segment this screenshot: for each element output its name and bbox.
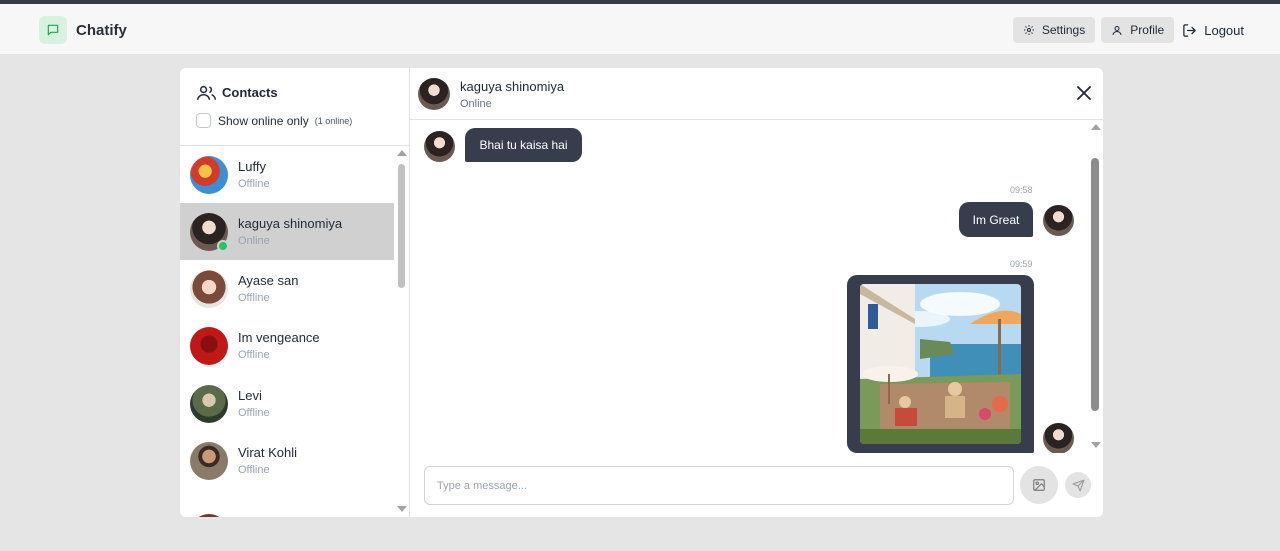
logout-icon (1183, 23, 1196, 37)
contact-item[interactable]: Levi Offline (180, 375, 394, 432)
chat-header: kaguya shinomiya Online (410, 68, 1103, 120)
settings-label: Settings (1041, 23, 1086, 37)
gear-icon (1023, 25, 1034, 35)
navbar: Chatify Settings Profile Logout (0, 4, 1280, 55)
profile-label: Profile (1130, 23, 1165, 37)
logout-label: Logout (1204, 22, 1244, 38)
avatar (418, 78, 450, 110)
contact-name: Ayase san (238, 273, 299, 288)
contact-item[interactable]: Im vengeance Offline (180, 317, 394, 374)
contact-name: Virat Kohli (238, 445, 298, 460)
avatar (424, 131, 455, 162)
message-list: Bhai tu kaisa hai 09:58 Im Great 09:59 (410, 120, 1103, 453)
scroll-down-arrow-icon[interactable] (1091, 442, 1101, 448)
scroll-down-arrow-icon[interactable] (397, 506, 407, 512)
profile-button[interactable]: Profile (1101, 17, 1175, 43)
contacts-title: Contacts (222, 85, 278, 100)
contact-status: Online (238, 235, 270, 247)
sent-message: Im Great (959, 202, 1033, 237)
send-icon (1072, 479, 1084, 491)
contact-name: kaguya shinomiya (238, 216, 343, 231)
message-time: 09:59 (1010, 259, 1033, 269)
contact-item[interactable]: Ayase san Offline (180, 260, 394, 317)
attach-image-button[interactable] (1020, 466, 1058, 504)
contact-item[interactable]: Virat Kohli Offline (180, 432, 394, 489)
chat-bubble-icon (39, 16, 67, 44)
avatar (1043, 423, 1074, 453)
avatar (1043, 205, 1074, 236)
chat-panel: kaguya shinomiya Online Bhai tu kaisa ha… (410, 68, 1103, 517)
scrollbar-thumb[interactable] (398, 164, 405, 288)
contacts-scrollbar[interactable] (394, 146, 409, 517)
avatar (190, 384, 228, 423)
user-icon (1112, 25, 1122, 35)
contact-list: Luffy Offline kaguya shinomiya Online Ay… (180, 146, 409, 517)
chat-container: Contacts Show online only (1 online) Luf… (180, 68, 1103, 517)
received-message: Bhai tu kaisa hai (465, 128, 582, 162)
close-icon (1077, 86, 1091, 100)
contact-status: Offline (238, 464, 270, 476)
online-only-checkbox[interactable] (196, 113, 211, 128)
avatar (190, 326, 228, 365)
online-filter[interactable]: Show online only (1 online) (196, 113, 352, 128)
close-chat-button[interactable] (1077, 86, 1091, 105)
message-time: 09:58 (1010, 185, 1033, 195)
avatar (190, 441, 228, 480)
contact-name: Levi (238, 388, 262, 403)
avatar (190, 269, 228, 308)
scroll-up-arrow-icon[interactable] (397, 150, 407, 156)
scrollbar-thumb[interactable] (1091, 158, 1099, 411)
message-input[interactable] (424, 466, 1014, 505)
online-indicator (217, 239, 229, 252)
settings-button[interactable]: Settings (1012, 17, 1096, 43)
contact-status: Offline (238, 178, 270, 190)
avatar (190, 155, 228, 194)
contact-item[interactable]: kaguya shinomiya Online (180, 203, 394, 260)
contact-name: Im vengeance (238, 330, 320, 345)
sidebar-header: Contacts Show online only (1 online) (180, 68, 409, 146)
scroll-up-arrow-icon[interactable] (1091, 124, 1101, 130)
sent-image-message[interactable] (847, 275, 1034, 453)
contact-status: Offline (238, 407, 270, 419)
chat-contact-status: Online (460, 98, 492, 110)
messages-scrollbar[interactable] (1088, 120, 1103, 453)
avatar (190, 212, 229, 252)
contact-item[interactable] (180, 504, 394, 517)
contact-status: Offline (238, 349, 270, 361)
app-name: Chatify (76, 21, 127, 39)
contact-status: Offline (238, 292, 270, 304)
send-button[interactable] (1065, 472, 1091, 498)
contacts-sidebar: Contacts Show online only (1 online) Luf… (180, 68, 410, 517)
contact-name: Luffy (238, 159, 266, 174)
online-count: (1 online) (314, 115, 353, 126)
contacts-heading: Contacts (197, 84, 278, 101)
message-composer (410, 453, 1103, 517)
nav-actions: Settings Profile Logout (1007, 17, 1244, 43)
brand[interactable]: Chatify (39, 16, 127, 44)
contact-item[interactable]: Luffy Offline (180, 146, 394, 203)
online-filter-label: Show online only (218, 113, 309, 128)
image-icon (1033, 479, 1045, 491)
logout-button[interactable]: Logout (1182, 23, 1244, 38)
beach-cafe-photo[interactable] (860, 284, 1021, 444)
avatar (190, 513, 228, 517)
users-icon (197, 85, 216, 100)
chat-contact-name: kaguya shinomiya (460, 79, 565, 94)
